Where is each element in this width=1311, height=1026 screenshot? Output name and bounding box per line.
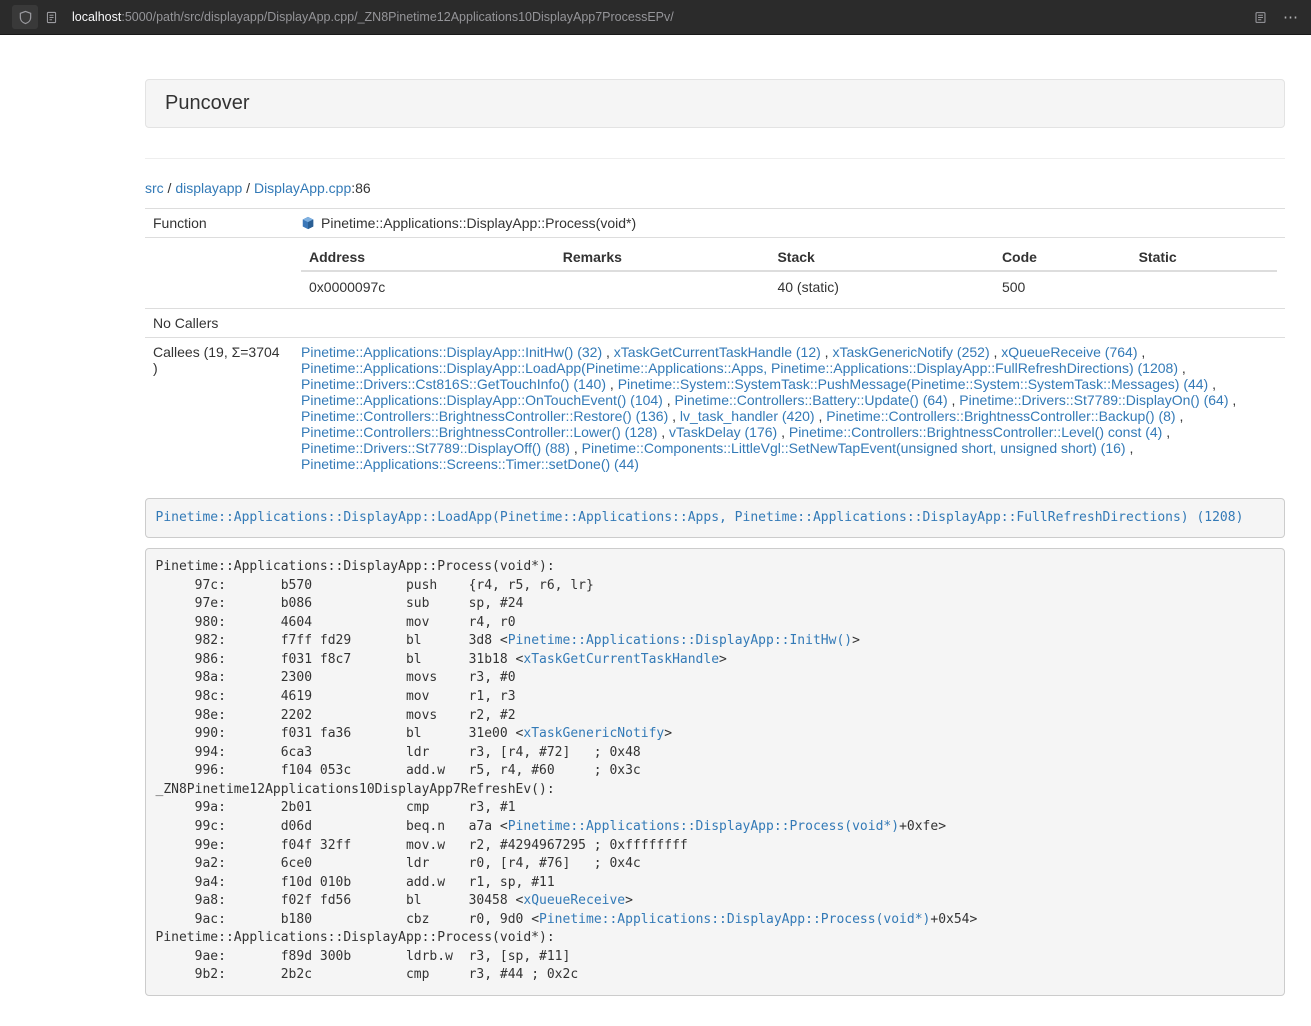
page-title: Puncover: [165, 92, 250, 114]
callees-list: Pinetime::Applications::DisplayApp::Init…: [293, 338, 1285, 479]
page-content: Puncover src / displayapp / DisplayApp.c…: [145, 79, 1285, 996]
callee-link[interactable]: Pinetime::Applications::DisplayApp::Init…: [301, 344, 602, 360]
callees-label: Callees (19, Σ=3704 ): [145, 338, 293, 479]
address-value: 0x0000097c: [301, 271, 555, 302]
callee-link[interactable]: Pinetime::System::SystemTask::PushMessag…: [618, 376, 1209, 392]
callee-link[interactable]: Pinetime::Controllers::BrightnessControl…: [789, 424, 1162, 440]
callee-link[interactable]: Pinetime::Drivers::Cst816S::GetTouchInfo…: [301, 376, 606, 392]
breadcrumb: src / displayapp / DisplayApp.cpp:86: [145, 180, 1285, 196]
highlighted-callee-link[interactable]: Pinetime::Applications::DisplayApp::Load…: [156, 510, 1244, 525]
stats-header-row: Address Remarks Stack Code Static: [301, 244, 1277, 271]
code-symbol-link[interactable]: Pinetime::Applications::DisplayApp::Init…: [508, 633, 852, 648]
callee-link[interactable]: vTaskDelay (176): [669, 424, 777, 440]
callee-link[interactable]: Pinetime::Applications::DisplayApp::Load…: [301, 360, 1178, 376]
callee-link[interactable]: xQueueReceive (764): [1001, 344, 1137, 360]
callee-link[interactable]: xTaskGenericNotify (252): [832, 344, 989, 360]
callee-link[interactable]: Pinetime::Drivers::St7789::DisplayOn() (…: [959, 392, 1228, 408]
callee-link[interactable]: Pinetime::Applications::DisplayApp::OnTo…: [301, 392, 663, 408]
static-value: [1131, 271, 1277, 302]
callee-link[interactable]: Pinetime::Controllers::Battery::Update()…: [675, 392, 948, 408]
code-symbol-link[interactable]: Pinetime::Applications::DisplayApp::Proc…: [508, 819, 899, 834]
breadcrumb-link-file[interactable]: DisplayApp.cpp: [254, 180, 351, 196]
callee-link[interactable]: Pinetime::Controllers::BrightnessControl…: [826, 408, 1175, 424]
function-detail-table: Function Pinetime::Applications::Display…: [145, 208, 1285, 478]
stats-table: Address Remarks Stack Code Static 0x0000…: [301, 244, 1277, 302]
function-row: Function Pinetime::Applications::Display…: [145, 209, 1285, 238]
column-header-address: Address: [301, 244, 555, 271]
reader-view-icon[interactable]: [1247, 5, 1273, 29]
url-host: localhost: [72, 10, 121, 24]
function-name-cell: Pinetime::Applications::DisplayApp::Proc…: [293, 209, 1285, 238]
url-path: :5000/path/src/displayapp/DisplayApp.cpp…: [121, 10, 673, 24]
callee-link[interactable]: Pinetime::Controllers::BrightnessControl…: [301, 424, 657, 440]
callee-link[interactable]: Pinetime::Controllers::BrightnessControl…: [301, 408, 668, 424]
stats-cell: Address Remarks Stack Code Static 0x0000…: [293, 238, 1285, 309]
empty-row-label: [145, 238, 293, 309]
no-callers-row: No Callers: [145, 309, 1285, 338]
function-row-label: Function: [145, 209, 293, 238]
breadcrumb-link-displayapp[interactable]: displayapp: [175, 180, 242, 196]
function-stats-row: Address Remarks Stack Code Static 0x0000…: [145, 238, 1285, 309]
stats-value-row: 0x0000097c 40 (static) 500: [301, 271, 1277, 302]
highlighted-symbol-panel: Pinetime::Applications::DisplayApp::Load…: [145, 498, 1285, 538]
callee-link[interactable]: lv_task_handler (420): [680, 408, 815, 424]
breadcrumb-link-src[interactable]: src: [145, 180, 164, 196]
overflow-menu-icon[interactable]: ⋯: [1283, 10, 1299, 25]
remarks-value: [555, 271, 770, 302]
page-info-icon[interactable]: [38, 5, 64, 29]
url-bar[interactable]: localhost:5000/path/src/displayapp/Displ…: [72, 10, 1239, 24]
disassembly-listing: Pinetime::Applications::DisplayApp::Proc…: [145, 548, 1285, 996]
stack-value: 40 (static): [769, 271, 993, 302]
tracking-protection-shield-icon[interactable]: [12, 5, 38, 29]
column-header-static: Static: [1131, 244, 1277, 271]
column-header-stack: Stack: [769, 244, 993, 271]
function-symbol-icon: [301, 216, 315, 230]
callee-link[interactable]: xTaskGetCurrentTaskHandle (12): [614, 344, 821, 360]
column-header-code: Code: [994, 244, 1131, 271]
callee-link[interactable]: Pinetime::Components::LittleVgl::SetNewT…: [582, 440, 1126, 456]
browser-toolbar: localhost:5000/path/src/displayapp/Displ…: [0, 0, 1311, 35]
no-callers-label: No Callers: [145, 309, 293, 338]
no-callers-cell: [293, 309, 1285, 338]
divider: [145, 158, 1285, 159]
column-header-remarks: Remarks: [555, 244, 770, 271]
code-value: 500: [994, 271, 1131, 302]
code-symbol-link[interactable]: xTaskGenericNotify: [523, 726, 664, 741]
function-name: Pinetime::Applications::DisplayApp::Proc…: [321, 215, 636, 231]
callee-link[interactable]: Pinetime::Applications::Screens::Timer::…: [301, 456, 639, 472]
code-symbol-link[interactable]: xTaskGetCurrentTaskHandle: [523, 652, 719, 667]
code-symbol-link[interactable]: Pinetime::Applications::DisplayApp::Proc…: [539, 912, 930, 927]
callee-link[interactable]: Pinetime::Drivers::St7789::DisplayOff() …: [301, 440, 570, 456]
code-symbol-link[interactable]: xQueueReceive: [523, 893, 625, 908]
callees-row: Callees (19, Σ=3704 ) Pinetime::Applicat…: [145, 338, 1285, 479]
app-header: Puncover: [145, 79, 1285, 128]
